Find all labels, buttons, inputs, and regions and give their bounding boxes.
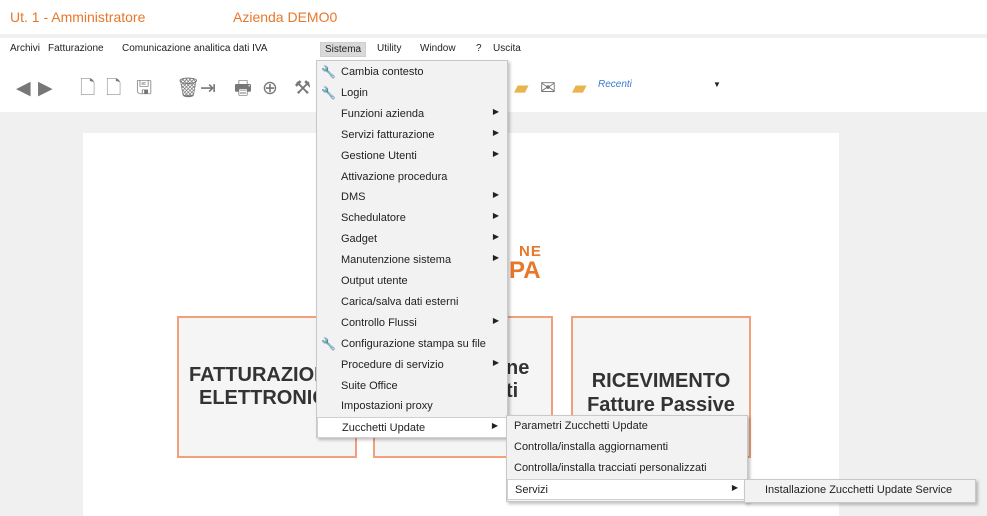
menu-item-label: Controlla/installa tracciati personalizz… bbox=[514, 462, 707, 474]
logo-text-bottom: PA bbox=[509, 257, 541, 284]
new-item-icon[interactable]: 🗋 bbox=[106, 79, 121, 99]
menu-item-gestione-utenti[interactable]: Gestione Utenti ▶ bbox=[317, 146, 507, 167]
menu-item-zucchetti-update[interactable]: Zucchetti Update ▶ bbox=[317, 417, 507, 439]
submenu-arrow-icon: ▶ bbox=[492, 211, 499, 221]
menu-item-label: Impostazioni proxy bbox=[341, 400, 433, 413]
menu-item-attivazione-procedura[interactable]: Attivazione procedura bbox=[317, 167, 507, 188]
menu-item-controllo-flussi[interactable]: Controllo Flussi ▶ bbox=[317, 313, 507, 334]
folder-search-icon[interactable]: ▰ bbox=[572, 79, 587, 99]
menu-item-servizi-fatturazione[interactable]: Servizi fatturazione ▶ bbox=[317, 125, 507, 146]
current-company: Azienda DEMO0 bbox=[233, 9, 338, 25]
menu-item-label: DMS bbox=[341, 191, 366, 204]
menu-item-funzioni-azienda[interactable]: Funzioni azienda ▶ bbox=[317, 104, 507, 125]
wrench-icon: 🔧 bbox=[321, 65, 336, 79]
submenu-arrow-icon: ▶ bbox=[492, 232, 499, 242]
menu-item-label: Controllo Flussi bbox=[341, 316, 417, 329]
menu-item-schedulatore[interactable]: Schedulatore ▶ bbox=[317, 208, 507, 229]
tile-ricevimento-sub: Fatture Passive bbox=[587, 394, 735, 416]
back-icon[interactable]: ◀ bbox=[16, 79, 31, 99]
mail-icon[interactable]: ✉ bbox=[540, 79, 556, 99]
submenu-arrow-icon: ▶ bbox=[491, 421, 498, 431]
menu-item-label: Servizi fatturazione bbox=[341, 128, 435, 141]
menu-item-label: Gestione Utenti bbox=[341, 149, 417, 162]
menu-item-label: Procedure di servizio bbox=[341, 358, 444, 371]
wrench-icon: 🔧 bbox=[321, 336, 336, 351]
menu-item-installazione-zucchetti-update-service[interactable]: Installazione Zucchetti Update Service bbox=[745, 480, 975, 501]
menu-item-label: Zucchetti Update bbox=[342, 422, 426, 435]
menu-item-gadget[interactable]: Gadget ▶ bbox=[317, 229, 507, 250]
zoom-icon[interactable]: ⊕ bbox=[262, 79, 278, 99]
menu-item-label: Gadget bbox=[341, 233, 378, 246]
menu-fatturazione[interactable]: Fatturazione bbox=[48, 43, 104, 54]
menu-sistema[interactable]: Sistema bbox=[320, 42, 367, 57]
recenti-dropdown[interactable]: Recenti bbox=[598, 79, 632, 90]
menu-uscita[interactable]: Uscita bbox=[493, 43, 521, 54]
menu-item-carica-salva-dati-esterni[interactable]: Carica/salva dati esterni bbox=[317, 292, 507, 313]
menu-utility[interactable]: Utility bbox=[377, 43, 401, 54]
menu-item-cambia-contesto[interactable]: 🔧 Cambia contesto bbox=[317, 62, 507, 83]
menu-item-parametri-zucchetti-update[interactable]: Parametri Zucchetti Update bbox=[507, 416, 747, 437]
chevron-down-icon[interactable]: ▼ bbox=[713, 80, 721, 89]
submenu-arrow-icon: ▶ bbox=[492, 315, 499, 325]
menu-item-procedure-di-servizio[interactable]: Procedure di servizio ▶ bbox=[317, 355, 507, 376]
tool-icon[interactable]: ⚒ bbox=[294, 79, 311, 99]
menu-item-label: Servizi bbox=[515, 484, 549, 496]
menu-archivi[interactable]: Archivi bbox=[10, 43, 40, 54]
menu-item-label: Login bbox=[341, 86, 368, 99]
menu-item-label: Funzioni azienda bbox=[341, 107, 425, 120]
submenu-arrow-icon: ▶ bbox=[492, 190, 499, 200]
menu-item-label: Configurazione stampa su file bbox=[341, 337, 486, 350]
submenu-arrow-icon: ▶ bbox=[492, 148, 499, 158]
menu-item-controlla-installa-tracciati-personalizzati[interactable]: Controlla/installa tracciati personalizz… bbox=[507, 458, 747, 479]
menu-item-manutenzione-sistema[interactable]: Manutenzione sistema ▶ bbox=[317, 250, 507, 271]
menu-bar: Archivi Fatturazione Comunicazione anali… bbox=[0, 38, 987, 60]
logo: NE PA bbox=[503, 241, 553, 297]
menu-item-controlla-installa-aggiornamenti[interactable]: Controlla/installa aggiornamenti bbox=[507, 437, 747, 458]
menu-item-servizi[interactable]: Servizi ▶ bbox=[507, 479, 747, 500]
menu-item-label: Parametri Zucchetti Update bbox=[514, 420, 648, 432]
menu-comunicazione-iva[interactable]: Comunicazione analitica dati IVA bbox=[122, 43, 267, 54]
menu-item-label: Cambia contesto bbox=[341, 66, 424, 78]
forward-icon[interactable]: ▶ bbox=[38, 79, 53, 99]
servizi-submenu: Installazione Zucchetti Update Service bbox=[744, 479, 976, 503]
print-icon[interactable]: 🖶 bbox=[234, 79, 252, 99]
menu-item-label: Manutenzione sistema bbox=[341, 254, 452, 267]
submenu-arrow-icon: ▶ bbox=[492, 127, 499, 137]
menu-item-impostazioni-proxy[interactable]: Impostazioni proxy bbox=[317, 396, 507, 417]
folder-icon[interactable]: ▰ bbox=[514, 79, 529, 99]
menu-item-login[interactable]: 🔧 Login bbox=[317, 83, 507, 104]
new-document-icon[interactable]: 🗋 bbox=[80, 79, 95, 99]
menu-item-label: Installazione Zucchetti Update Service bbox=[765, 484, 953, 496]
sistema-menu: 🔧 Cambia contesto 🔧 Login Funzioni azienda ▶ S… bbox=[316, 60, 508, 439]
wrench-icon: 🔧 bbox=[321, 85, 336, 100]
delete-icon[interactable]: 🗑 bbox=[176, 79, 200, 99]
title-bar: Ut. 1 - Amministratore Azienda DEMO0 bbox=[0, 0, 987, 34]
menu-item-label: Output utente bbox=[341, 275, 408, 287]
menu-item-dms[interactable]: DMS ▶ bbox=[317, 187, 507, 208]
submenu-arrow-icon: ▶ bbox=[492, 253, 499, 263]
menu-item-label: Controlla/installa aggiornamenti bbox=[514, 441, 669, 453]
menu-item-label: Attivazione procedura bbox=[341, 170, 448, 183]
menu-item-label: Suite Office bbox=[341, 379, 398, 392]
submenu-arrow-icon: ▶ bbox=[492, 106, 499, 116]
current-user: Ut. 1 - Amministratore bbox=[10, 9, 146, 25]
menu-item-output-utente[interactable]: Output utente bbox=[317, 271, 507, 292]
save-icon[interactable]: 🖫 bbox=[136, 79, 152, 99]
zucchetti-update-submenu: Parametri Zucchetti Update Controlla/inst… bbox=[506, 415, 748, 502]
menu-item-suite-office[interactable]: Suite Office bbox=[317, 376, 507, 397]
menu-help[interactable]: ? bbox=[476, 43, 482, 54]
menu-item-label: Carica/salva dati esterni bbox=[341, 295, 459, 308]
submenu-arrow-icon: ▶ bbox=[731, 483, 738, 492]
tile-ricevimento-title: RICEVIMENTO bbox=[591, 370, 731, 392]
menu-item-configurazione-stampa-su-file[interactable]: 🔧 Configurazione stampa su file bbox=[317, 334, 507, 355]
menu-item-label: Schedulatore bbox=[341, 212, 406, 225]
submenu-arrow-icon: ▶ bbox=[492, 357, 499, 367]
menu-window[interactable]: Window bbox=[420, 43, 456, 54]
cancel-icon[interactable]: ⇥ bbox=[200, 79, 216, 99]
